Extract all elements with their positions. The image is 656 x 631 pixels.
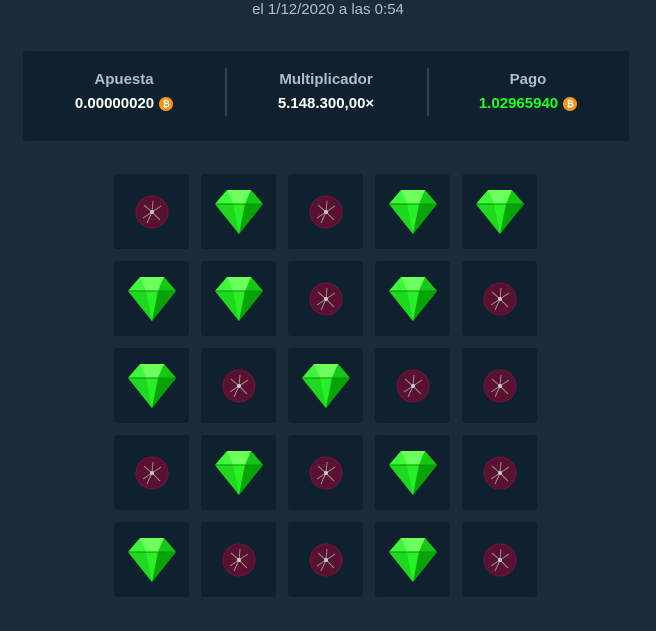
tile-mine[interactable] — [201, 348, 276, 423]
tile-gem[interactable] — [114, 348, 189, 423]
tile-gem[interactable] — [114, 261, 189, 336]
tile-mine[interactable] — [462, 435, 537, 510]
mine-icon — [483, 543, 517, 577]
bet-stats-panel: Apuesta 0.00000020 ₿ Multiplicador 5.148… — [23, 51, 629, 141]
payout-amount: 1.02965940 — [478, 94, 559, 112]
mine-icon — [396, 369, 430, 403]
tile-gem[interactable] — [462, 174, 537, 249]
mine-icon — [222, 369, 256, 403]
bet-stat: Apuesta 0.00000020 ₿ — [23, 71, 225, 114]
tile-mine[interactable] — [288, 435, 363, 510]
tile-gem[interactable] — [375, 261, 450, 336]
mine-icon — [483, 282, 517, 316]
mine-icon — [309, 195, 343, 229]
gem-icon — [387, 449, 439, 497]
tile-gem[interactable] — [375, 174, 450, 249]
tile-mine[interactable] — [462, 348, 537, 423]
gem-icon — [474, 188, 526, 236]
tile-gem[interactable] — [375, 522, 450, 597]
mine-icon — [309, 543, 343, 577]
mine-icon — [135, 456, 169, 490]
payout-value-row: 1.02965940 ₿ — [427, 94, 629, 114]
tile-mine[interactable] — [462, 261, 537, 336]
gem-icon — [387, 275, 439, 323]
gem-icon — [213, 188, 265, 236]
tile-mine[interactable] — [462, 522, 537, 597]
gem-icon — [126, 536, 178, 584]
tile-gem[interactable] — [288, 348, 363, 423]
bet-value-row: 0.00000020 ₿ — [23, 94, 225, 114]
multiplier-value-row: 5.148.300,00× — [225, 94, 427, 114]
tile-gem[interactable] — [201, 261, 276, 336]
bet-date: el 1/12/2020 a las 0:54 — [252, 1, 404, 18]
tile-mine[interactable] — [114, 435, 189, 510]
mine-icon — [483, 369, 517, 403]
gem-icon — [126, 362, 178, 410]
tile-mine[interactable] — [201, 522, 276, 597]
tile-mine[interactable] — [288, 261, 363, 336]
multiplier-amount: 5.148.300,00× — [277, 94, 375, 112]
gem-icon — [126, 275, 178, 323]
tile-gem[interactable] — [201, 435, 276, 510]
tile-mine[interactable] — [288, 522, 363, 597]
mine-icon — [222, 543, 256, 577]
tile-mine[interactable] — [288, 174, 363, 249]
tile-mine[interactable] — [375, 348, 450, 423]
tile-gem[interactable] — [375, 435, 450, 510]
mines-board — [114, 174, 538, 597]
multiplier-label: Multiplicador — [279, 70, 373, 88]
gem-icon — [300, 362, 352, 410]
tile-gem[interactable] — [114, 522, 189, 597]
bitcoin-icon: ₿ — [563, 96, 578, 111]
bet-amount: 0.00000020 — [74, 94, 155, 112]
bitcoin-icon: ₿ — [159, 96, 174, 111]
payout-stat: Pago 1.02965940 ₿ — [427, 67, 629, 116]
tile-gem[interactable] — [201, 174, 276, 249]
gem-icon — [387, 536, 439, 584]
gem-icon — [387, 188, 439, 236]
bet-label: Apuesta — [94, 70, 154, 88]
mine-icon — [483, 456, 517, 490]
gem-icon — [213, 449, 265, 497]
multiplier-stat: Multiplicador 5.148.300,00× — [225, 67, 427, 116]
payout-label: Pago — [509, 70, 547, 88]
mine-icon — [309, 456, 343, 490]
mine-icon — [309, 282, 343, 316]
tile-mine[interactable] — [114, 174, 189, 249]
gem-icon — [213, 275, 265, 323]
mine-icon — [135, 195, 169, 229]
